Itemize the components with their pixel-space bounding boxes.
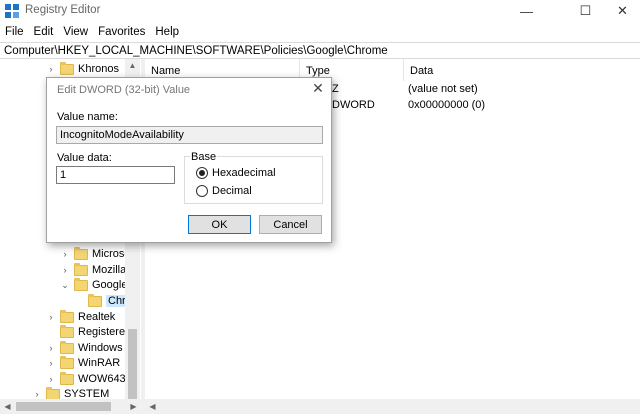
value-name-label: Value name: [57, 111, 118, 123]
value-name-field[interactable] [56, 126, 323, 144]
expand-chevron-icon[interactable]: › [46, 358, 56, 368]
tree-item-windows[interactable]: › Windows [46, 340, 123, 356]
menu-file[interactable]: File [0, 24, 29, 42]
tree-item-label: SYSTEM [64, 388, 110, 399]
value-data: (value not set) [408, 83, 478, 95]
tree-item-label: Realtek [78, 311, 116, 323]
expand-chevron-icon[interactable]: › [46, 374, 56, 384]
folder-icon [74, 262, 88, 276]
collapse-chevron-icon[interactable]: ⌄ [60, 280, 70, 291]
expand-chevron-icon[interactable]: › [46, 312, 56, 322]
address-bar[interactable]: Computer\HKEY_LOCAL_MACHINE\SOFTWARE\Pol… [0, 42, 640, 59]
values-horizontal-scrollbar[interactable]: ◀ [145, 399, 640, 414]
tree-item-label: WOW6432 [78, 373, 132, 385]
decimal-radio-option[interactable]: Decimal [196, 185, 252, 197]
scroll-left-arrow-icon[interactable]: ◀ [0, 402, 15, 411]
title-bar: Registry Editor — ☐ ✕ [0, 0, 640, 22]
value-data-label: Value data: [57, 152, 112, 164]
tree-item-realtek[interactable]: › Realtek [46, 309, 115, 325]
folder-icon [46, 386, 60, 399]
expand-chevron-icon[interactable]: › [60, 249, 70, 259]
tree-item-label: WinRAR [78, 357, 121, 369]
edit-dword-dialog: Edit DWORD (32-bit) Value ✕ Value name: … [46, 77, 332, 243]
dialog-close-icon[interactable]: ✕ [309, 80, 327, 97]
value-data: 0x00000000 (0) [408, 99, 486, 111]
tree-hscroll-thumb[interactable] [16, 402, 111, 411]
minimize-icon: — [520, 3, 533, 19]
maximize-icon: ☐ [579, 3, 592, 18]
folder-icon [74, 246, 88, 260]
tree-item-label: Khronos [78, 63, 119, 75]
tree-item-label: Mozilla [92, 264, 127, 276]
tree-item-wow6432[interactable]: › WOW6432 [46, 371, 132, 387]
dialog-title: Edit DWORD (32-bit) Value [57, 84, 191, 96]
decimal-label: Decimal [212, 185, 252, 197]
hexadecimal-radio[interactable] [196, 167, 208, 179]
folder-icon [60, 371, 74, 385]
tree-item-winrar[interactable]: › WinRAR [46, 355, 120, 371]
tree-item-google[interactable]: ⌄ Google [60, 277, 127, 293]
expand-chevron-icon[interactable]: › [60, 265, 70, 275]
scroll-up-arrow-icon[interactable]: ▲ [125, 61, 140, 70]
decimal-radio[interactable] [196, 185, 208, 197]
folder-icon [88, 293, 102, 307]
column-header-data[interactable]: Data [404, 59, 640, 81]
ok-button[interactable]: OK [188, 215, 251, 234]
menu-edit[interactable]: Edit [29, 24, 59, 42]
tree-item-microsoft[interactable]: › Microso [60, 246, 131, 262]
menu-bar: File Edit View Favorites Help [0, 24, 640, 42]
registry-editor-app-icon [5, 4, 19, 18]
tree-item-label: Google [92, 279, 128, 291]
tree-item-label: Windows [78, 342, 123, 354]
close-icon: ✕ [617, 3, 628, 18]
tree-horizontal-scrollbar[interactable]: ◀ ▶ [0, 399, 141, 414]
base-group-label: Base [190, 151, 218, 163]
folder-icon [74, 277, 88, 291]
folder-icon [60, 61, 74, 75]
folder-icon [60, 340, 74, 354]
folder-icon [60, 309, 74, 323]
close-window-button[interactable]: ✕ [600, 0, 640, 22]
tree-item-khronos[interactable]: › Khronos [46, 61, 119, 77]
menu-view[interactable]: View [58, 24, 93, 42]
minimize-button[interactable]: — [504, 0, 549, 22]
tree-item-system[interactable]: › SYSTEM [32, 386, 109, 399]
folder-icon [60, 324, 74, 338]
value-type: DWORD [332, 99, 375, 111]
value-type: Z [332, 83, 339, 95]
hexadecimal-label: Hexadecimal [212, 167, 276, 179]
expand-chevron-icon[interactable]: › [46, 343, 56, 353]
menu-help[interactable]: Help [150, 24, 184, 42]
tree-item-mozilla[interactable]: › Mozilla [60, 262, 126, 278]
window-title: Registry Editor [25, 4, 101, 16]
tree-item-registered[interactable]: Registered [46, 324, 131, 340]
folder-icon [60, 355, 74, 369]
expand-chevron-icon[interactable]: › [46, 64, 56, 74]
cancel-button[interactable]: Cancel [259, 215, 322, 234]
expand-chevron-icon[interactable]: › [32, 389, 42, 399]
scroll-left-arrow-icon[interactable]: ◀ [145, 402, 160, 411]
menu-favorites[interactable]: Favorites [93, 24, 150, 42]
scroll-right-arrow-icon[interactable]: ▶ [126, 402, 141, 411]
value-data-field[interactable] [56, 166, 175, 184]
hexadecimal-radio-option[interactable]: Hexadecimal [196, 167, 276, 179]
tree-item-label: Registered [78, 326, 132, 338]
